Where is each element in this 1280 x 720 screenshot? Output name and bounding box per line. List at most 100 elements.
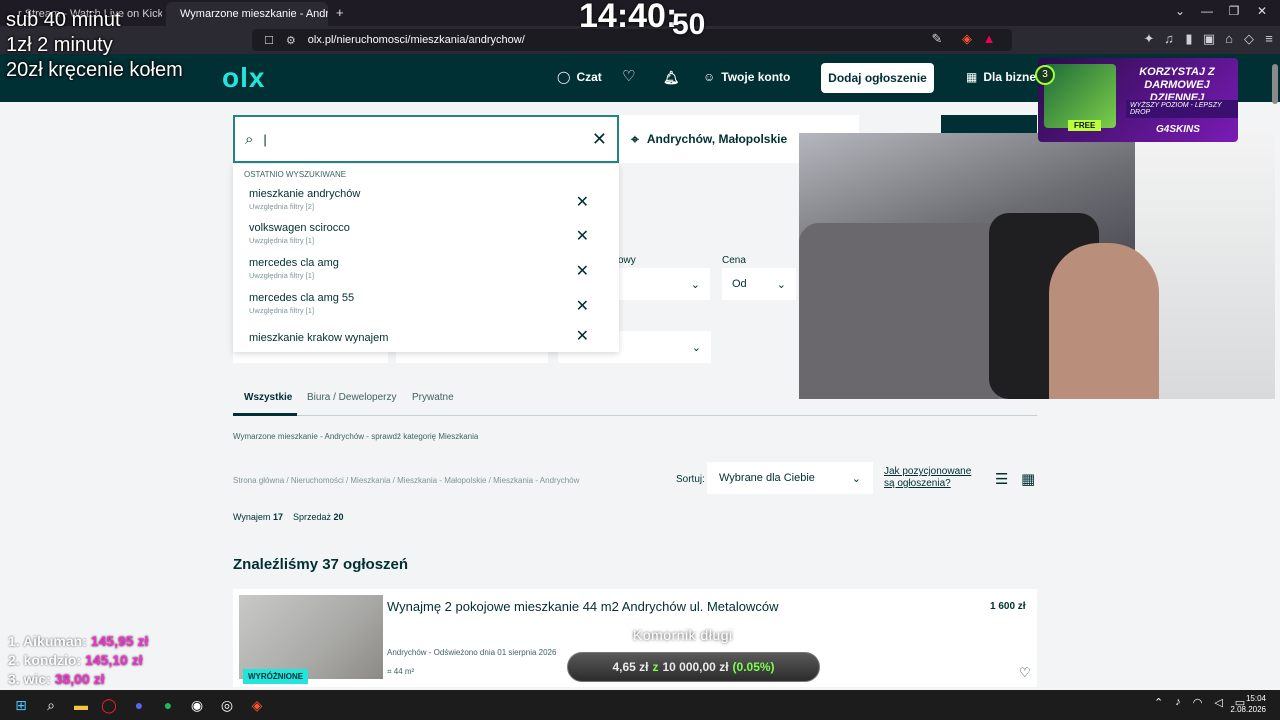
- recent-search-item[interactable]: mieszkanie andrychów Uwzględnia filtry […: [249, 188, 609, 222]
- sub-rule: 20zł kręcenie kołem: [6, 59, 183, 81]
- tab-olx[interactable]: Wymarzone mieszkanie - Andryc ✕: [166, 2, 328, 26]
- spotify-icon[interactable]: ●: [157, 694, 179, 716]
- chevron-down-icon: ⌄: [690, 278, 700, 291]
- volume-icon[interactable]: ◁: [1214, 696, 1222, 709]
- sidebar-icon[interactable]: ▮: [1180, 30, 1198, 48]
- sub-rule: sub 40 minut: [6, 9, 121, 31]
- ad-level-badge: 3: [1035, 65, 1055, 85]
- price-from-value: Od: [732, 278, 747, 290]
- menu-icon[interactable]: ≡: [1260, 30, 1278, 48]
- clear-search-icon[interactable]: ✕: [592, 129, 607, 150]
- shield-icon[interactable]: ◇: [1240, 30, 1258, 48]
- donor-amount: 38,00 zł: [54, 671, 105, 687]
- sub-rule: 1zł 2 minuty: [6, 34, 113, 56]
- chat-link[interactable]: ◯ Czat: [557, 70, 602, 84]
- sort-select[interactable]: Wybrane dla Ciebie ⌄: [707, 462, 873, 494]
- wallet-icon[interactable]: ▣: [1200, 30, 1218, 48]
- new-tab-icon[interactable]: +: [336, 5, 344, 20]
- microphone-icon[interactable]: ♪: [1175, 696, 1181, 709]
- account-label: Twoje konto: [721, 70, 791, 84]
- remove-search-icon[interactable]: ✕: [576, 226, 589, 246]
- rent-count[interactable]: Wynajem 17: [233, 512, 283, 522]
- tab-all[interactable]: Wszystkie: [244, 392, 292, 403]
- media-icon[interactable]: ♫: [1160, 30, 1178, 48]
- recent-query: mercedes cla amg 55: [249, 292, 355, 304]
- ad-free-tag: FREE: [1068, 120, 1102, 131]
- sponsor-ad[interactable]: KORZYSTAJ Z DARMOWEJ DZIENNEJ SKRZYNKI! …: [1038, 58, 1238, 142]
- brave-icon[interactable]: ◈: [246, 694, 268, 716]
- account-link[interactable]: ☺ Twoje konto: [703, 70, 790, 84]
- filter-label: owy: [618, 255, 636, 266]
- recent-filters: Uwzględnia filtry [1]: [249, 271, 315, 280]
- opera-icon[interactable]: ◯: [98, 694, 120, 716]
- taskbar-clock[interactable]: 15:04 2.08.2026: [1230, 693, 1266, 715]
- list-view-icon[interactable]: ☰: [995, 470, 1008, 488]
- recent-filters: Uwzględnia filtry [2]: [249, 202, 315, 211]
- donor-row: 1. Aikuman: 145,95 zł: [8, 632, 148, 651]
- goal-percent: (0.05%): [732, 660, 775, 674]
- positioning-info-link[interactable]: Jak pozycjonowane są ogłoszenia?: [884, 466, 984, 490]
- file-explorer-icon[interactable]: ▬: [70, 694, 92, 716]
- maximize-icon[interactable]: ❐: [1224, 4, 1244, 18]
- sale-count[interactable]: Sprzedaż 20: [293, 512, 344, 522]
- donor-name: 2. kondzio:: [8, 652, 82, 668]
- wifi-icon[interactable]: ◠: [1193, 696, 1203, 709]
- obs-icon[interactable]: ◎: [216, 694, 238, 716]
- discord-icon[interactable]: ●: [128, 694, 150, 716]
- bookmark-icon[interactable]: ☐: [264, 34, 274, 47]
- sale-number: 20: [333, 512, 344, 522]
- favorites-heart-icon[interactable]: ♡: [622, 67, 635, 85]
- tab-private[interactable]: Prywatne: [412, 392, 454, 403]
- tray-overflow-icon[interactable]: ⌃: [1154, 696, 1163, 709]
- brave-shield-icon[interactable]: ◈: [958, 30, 976, 48]
- favorite-heart-icon[interactable]: ♡: [1019, 665, 1031, 681]
- results-count-heading: Znaleźliśmy 37 ogłoszeń: [233, 556, 409, 573]
- business-label: Dla bizne: [983, 70, 1037, 84]
- post-ad-button[interactable]: Dodaj ogłoszenie: [821, 63, 934, 93]
- rewards-icon[interactable]: ▲: [980, 30, 998, 48]
- recent-searches-dropdown: OSTATNIO WYSZUKIWANE mieszkanie andrychó…: [233, 164, 619, 352]
- windows-start-icon[interactable]: ⊞: [10, 694, 32, 716]
- remove-search-icon[interactable]: ✕: [576, 296, 589, 316]
- remove-search-icon[interactable]: ✕: [576, 192, 589, 212]
- grid-view-icon[interactable]: ▦: [1021, 470, 1035, 488]
- recent-search-item[interactable]: volkswagen scirocco Uwzględnia filtry [1…: [249, 222, 609, 256]
- camera-off-icon[interactable]: ✎: [928, 30, 946, 48]
- scrollbar[interactable]: [1272, 64, 1278, 104]
- listing-title[interactable]: Wynajmę 2 pokojowe mieszkanie 44 m2 Andr…: [387, 599, 779, 614]
- breadcrumb[interactable]: Strona główna / Nieruchomości / Mieszkan…: [233, 476, 579, 485]
- close-window-icon[interactable]: ✕: [1252, 4, 1272, 18]
- business-icon: ▦: [966, 70, 978, 84]
- tab-title: Wymarzone mieszkanie - Andryc: [180, 8, 328, 20]
- url-text: olx.pl/nieruchomosci/mieszkania/andrycho…: [307, 34, 525, 46]
- business-link[interactable]: ▦ Dla bizne: [966, 70, 1036, 84]
- listing-photo[interactable]: WYRÓŻNIONE: [239, 595, 383, 684]
- price-from-input[interactable]: Od ⌄: [722, 268, 796, 300]
- price-label: Cena: [722, 255, 746, 266]
- vpn-icon[interactable]: ⌂: [1220, 30, 1238, 48]
- notifications-bell-icon[interactable]: 🔔︎: [663, 70, 680, 86]
- extensions-icon[interactable]: ✦: [1140, 30, 1158, 48]
- donation-goal-bar: 4,65 zł z 10 000,00 zł (0.05%): [567, 652, 820, 682]
- search-input[interactable]: ⌕ | ✕: [233, 115, 619, 163]
- recent-search-item[interactable]: mercedes cla amg Uwzględnia filtry [1] ✕: [249, 257, 609, 291]
- donor-amount: 145,10 zł: [85, 652, 143, 668]
- search-icon: ⌕: [245, 130, 254, 148]
- remove-search-icon[interactable]: ✕: [576, 261, 589, 281]
- minimize-icon[interactable]: —: [1197, 4, 1217, 18]
- tab-business[interactable]: Biura / Deweloperzy: [307, 392, 396, 403]
- area-value: 44 m²: [393, 667, 415, 676]
- clock-date: 2.08.2026: [1230, 705, 1266, 714]
- recent-filters: Uwzględnia filtry [1]: [249, 236, 315, 245]
- olx-logo[interactable]: olx: [222, 62, 265, 94]
- steam-icon[interactable]: ◉: [186, 694, 208, 716]
- recent-search-item[interactable]: mieszkanie krakow wynajem ✕: [249, 328, 609, 366]
- tabs-divider: [233, 415, 1037, 416]
- site-info-icon[interactable]: ⚙: [286, 34, 296, 47]
- ad-brand: G4SKINS: [1156, 124, 1200, 135]
- search-icon[interactable]: ⌕: [40, 694, 62, 716]
- tabs-list-icon[interactable]: ⌄: [1170, 4, 1190, 18]
- category-link[interactable]: Wymarzone mieszkanie - Andrychów - spraw…: [233, 432, 478, 441]
- recent-search-item[interactable]: mercedes cla amg 55 Uwzględnia filtry [1…: [249, 292, 609, 326]
- remove-search-icon[interactable]: ✕: [576, 326, 589, 346]
